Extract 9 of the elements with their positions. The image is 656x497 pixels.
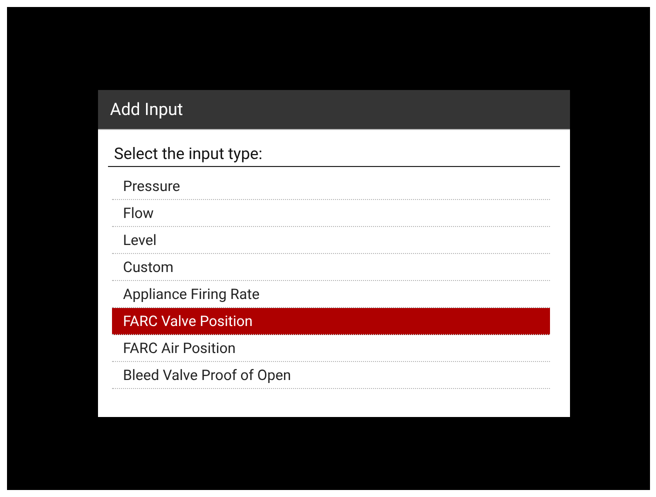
list-item[interactable]: Bleed Valve Proof of Open xyxy=(112,362,550,389)
prompt-heading: Select the input type: xyxy=(108,144,560,167)
list-item[interactable]: Pressure xyxy=(112,173,550,200)
list-item[interactable]: Flow xyxy=(112,200,550,227)
dialog-title: Add Input xyxy=(110,100,183,120)
list-item[interactable]: FARC Air Position xyxy=(112,335,550,362)
list-item[interactable]: Custom xyxy=(112,254,550,281)
list-item[interactable]: FARC Valve Position xyxy=(112,308,550,335)
list-item[interactable]: Level xyxy=(112,227,550,254)
